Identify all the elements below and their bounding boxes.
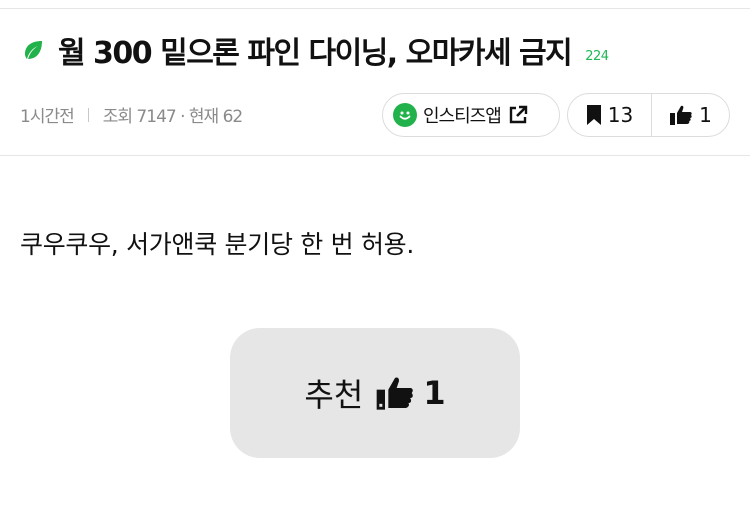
post-time: 1시간전 xyxy=(20,107,75,127)
post-title: 월 300 밑으론 파인 다이닝, 오마카세 금지 xyxy=(58,36,573,71)
meta-separator xyxy=(87,107,89,122)
like-button[interactable]: 1 xyxy=(652,94,729,136)
recommend-label: 추천 xyxy=(304,376,364,414)
comment-count[interactable]: 224 xyxy=(585,49,609,64)
instiz-app-button[interactable]: 인스티즈앱 xyxy=(382,93,560,137)
smile-icon xyxy=(393,103,417,127)
stats-pill: 13 1 xyxy=(567,93,730,137)
recommend-count: 1 xyxy=(423,374,446,412)
app-button-label: 인스티즈앱 xyxy=(423,106,502,127)
like-count: 1 xyxy=(699,103,712,127)
top-divider xyxy=(0,8,750,9)
recommend-button[interactable]: 추천 1 xyxy=(230,328,520,458)
bookmark-button[interactable]: 13 xyxy=(568,94,652,136)
view-stats: 조회 7147 · 현재 62 xyxy=(102,107,243,127)
thumbs-up-icon xyxy=(670,105,692,125)
post-meta: 1시간전 조회 7147 · 현재 62 xyxy=(20,102,243,127)
bookmark-count: 13 xyxy=(607,103,634,127)
header-divider xyxy=(0,155,750,156)
thumbs-up-icon xyxy=(376,377,414,410)
post-body: 쿠우쿠우, 서가앤쿡 분기당 한 번 허용. xyxy=(20,230,415,259)
external-link-icon xyxy=(507,104,529,126)
bookmark-icon xyxy=(586,105,601,125)
post-header: 월 300 밑으론 파인 다이닝, 오마카세 금지 224 xyxy=(20,30,609,71)
leaf-icon xyxy=(20,37,46,63)
